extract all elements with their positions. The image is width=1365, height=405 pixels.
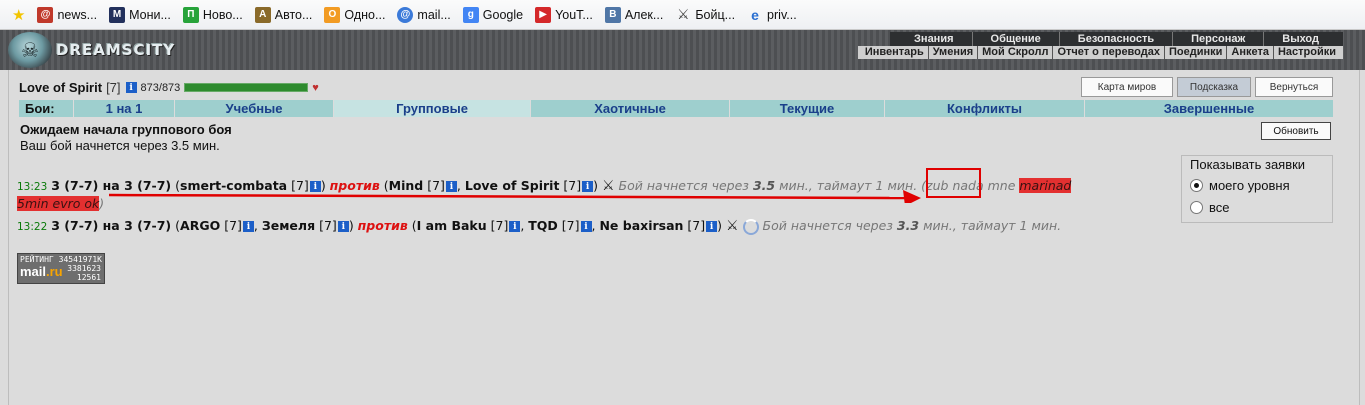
vk-icon: B	[604, 6, 621, 23]
skull-emblem-icon: ☠	[8, 32, 52, 68]
youtube-icon: ▶	[535, 6, 552, 23]
mail-at-icon: @	[397, 6, 414, 23]
bookmark-boyc[interactable]: ⚔ Бойц...	[675, 6, 735, 23]
battle-tabs: Бои: 1 на 1 Учебные Групповые Хаотичные …	[19, 100, 1333, 117]
status-text: Ваш бой начнется через 3.5 мин.	[20, 138, 220, 153]
tab-finished[interactable]: Завершенные	[1085, 100, 1333, 117]
player-name[interactable]: I am Baku	[417, 218, 487, 233]
monitor-icon: M	[109, 6, 126, 23]
logo-text: DREAMSCITY	[56, 41, 176, 59]
game-header: ☠ DREAMSCITY Знания Общение Безопасность…	[0, 30, 1365, 70]
loading-spinner-icon	[742, 218, 759, 235]
submenu-profile[interactable]: Анкета	[1227, 46, 1274, 59]
battle-row-continued: 5min evro ok)	[17, 196, 105, 211]
bookmarks-bar: ★ @ news... M Мони... П Ново... A Авто... OО…	[0, 0, 1365, 30]
google-icon: g	[462, 6, 479, 23]
player-name[interactable]: ARGO	[180, 218, 220, 233]
player-name[interactable]: Ne baxirsan	[599, 218, 683, 233]
bookmark-news[interactable]: @ news...	[37, 6, 97, 23]
submenu-inventory[interactable]: Инвентарь	[861, 46, 929, 59]
radio-all[interactable]	[1190, 201, 1203, 214]
menu-character[interactable]: Персонаж	[1173, 32, 1265, 46]
refresh-button[interactable]: Обновить	[1261, 122, 1331, 140]
bookmark-google[interactable]: g Google	[462, 6, 523, 23]
submenu-transfer-report[interactable]: Отчет о переводах	[1053, 46, 1165, 59]
battle-comment-highlight: 5min evro ok	[17, 196, 100, 211]
bookmark-monitor[interactable]: M Мони...	[109, 6, 171, 23]
info-icon[interactable]: i	[337, 221, 349, 232]
car-icon: A	[254, 6, 271, 23]
player-name[interactable]: Земеля	[262, 218, 315, 233]
ie-icon: e	[751, 6, 759, 23]
menu-security[interactable]: Безопасность	[1060, 32, 1174, 46]
bookmark-youtube[interactable]: ▶ YouT...	[535, 6, 593, 23]
annotation-arrow	[109, 190, 921, 203]
filter-my-level[interactable]: моего уровня	[1190, 178, 1290, 193]
tab-group[interactable]: Групповые	[334, 100, 531, 117]
rating-counter[interactable]: РЕЙТИНГ 34541971K mail.ru 3381623 12561	[17, 253, 105, 284]
crossed-swords-icon: ⚔	[677, 6, 690, 22]
info-icon[interactable]: i	[509, 221, 521, 232]
character-name: Love of Spirit	[19, 80, 103, 95]
info-icon[interactable]: i	[242, 221, 254, 232]
world-map-button[interactable]: Карта миров	[1081, 77, 1173, 97]
versus-label: против	[357, 218, 408, 233]
battle-time: 13:22	[17, 221, 48, 233]
battle-teams: 3 (7-7) на 3 (7-7)	[51, 218, 172, 233]
submenu-duels[interactable]: Поединки	[1165, 46, 1228, 59]
menu-knowledge[interactable]: Знания	[896, 32, 973, 46]
info-icon[interactable]: i	[706, 221, 718, 232]
sub-menu: Инвентарь Умения Мой Скролл Отчет о пере…	[857, 46, 1343, 59]
battle-row: 13:22 3 (7-7) на 3 (7-7) (ARGO [7] i, Зем…	[17, 218, 1062, 235]
tab-chaotic[interactable]: Хаотичные	[531, 100, 730, 117]
character-line: Love of Spirit [7] i 873/873 ♥	[19, 80, 319, 95]
bookmark-alek[interactable]: B Алек...	[604, 6, 663, 23]
tab-1on1[interactable]: 1 на 1	[74, 100, 175, 117]
hp-text: 873/873	[140, 81, 181, 94]
back-button[interactable]: Вернуться	[1255, 77, 1333, 97]
crossed-swords-icon[interactable]: ⚔	[726, 218, 739, 234]
menu-communication[interactable]: Общение	[973, 32, 1060, 46]
green-p-icon: П	[182, 6, 199, 23]
submenu-settings[interactable]: Настройки	[1274, 46, 1340, 59]
bookmark-novo[interactable]: П Ново...	[182, 6, 243, 23]
filter-box: Показывать заявки моего уровня все	[1181, 155, 1333, 223]
filter-all[interactable]: все	[1190, 200, 1230, 215]
tab-training[interactable]: Учебные	[175, 100, 334, 117]
menu-exit[interactable]: Выход	[1264, 32, 1337, 46]
status-title: Ожидаем начала группового боя	[20, 122, 232, 137]
annotation-box	[926, 168, 981, 198]
player-name[interactable]: TQD	[528, 218, 558, 233]
top-menu: Знания Общение Безопасность Персонаж Вых…	[890, 32, 1343, 46]
bookmark-priv[interactable]: e priv...	[747, 7, 797, 23]
character-level: [7]	[106, 80, 121, 95]
mailru-news-icon: @	[37, 6, 54, 23]
tab-current[interactable]: Текущие	[730, 100, 885, 117]
odnoklassniki-icon: O	[324, 6, 341, 23]
main-panel: Love of Spirit [7] i 873/873 ♥ Карта миро…	[8, 70, 1360, 405]
tab-conflicts[interactable]: Конфликты	[885, 100, 1085, 117]
battle-note: Бой начнется через 3.3 мин., таймаут 1 м…	[762, 218, 1062, 233]
bookmark-avto[interactable]: A Авто...	[254, 6, 312, 23]
bookmark-mail[interactable]: @ mail...	[397, 6, 451, 23]
radio-my-level[interactable]	[1190, 179, 1203, 192]
submenu-my-scroll[interactable]: Мой Скролл	[978, 46, 1054, 59]
dreamscity-logo[interactable]: ☠ DREAMSCITY	[8, 32, 175, 68]
bookmark-odno[interactable]: O Одно...	[324, 6, 385, 23]
submenu-skills[interactable]: Умения	[929, 46, 979, 59]
filter-title: Показывать заявки	[1190, 157, 1306, 172]
hint-button[interactable]: Подсказка	[1177, 77, 1251, 97]
star-bookmark-icon[interactable]: ★	[12, 6, 25, 24]
heart-icon: ♥	[312, 81, 319, 94]
info-icon[interactable]: i	[580, 221, 592, 232]
tabs-label: Бои:	[19, 100, 74, 117]
info-icon[interactable]: i	[125, 82, 137, 93]
battle-time: 13:23	[17, 181, 48, 193]
hp-bar	[184, 83, 309, 92]
